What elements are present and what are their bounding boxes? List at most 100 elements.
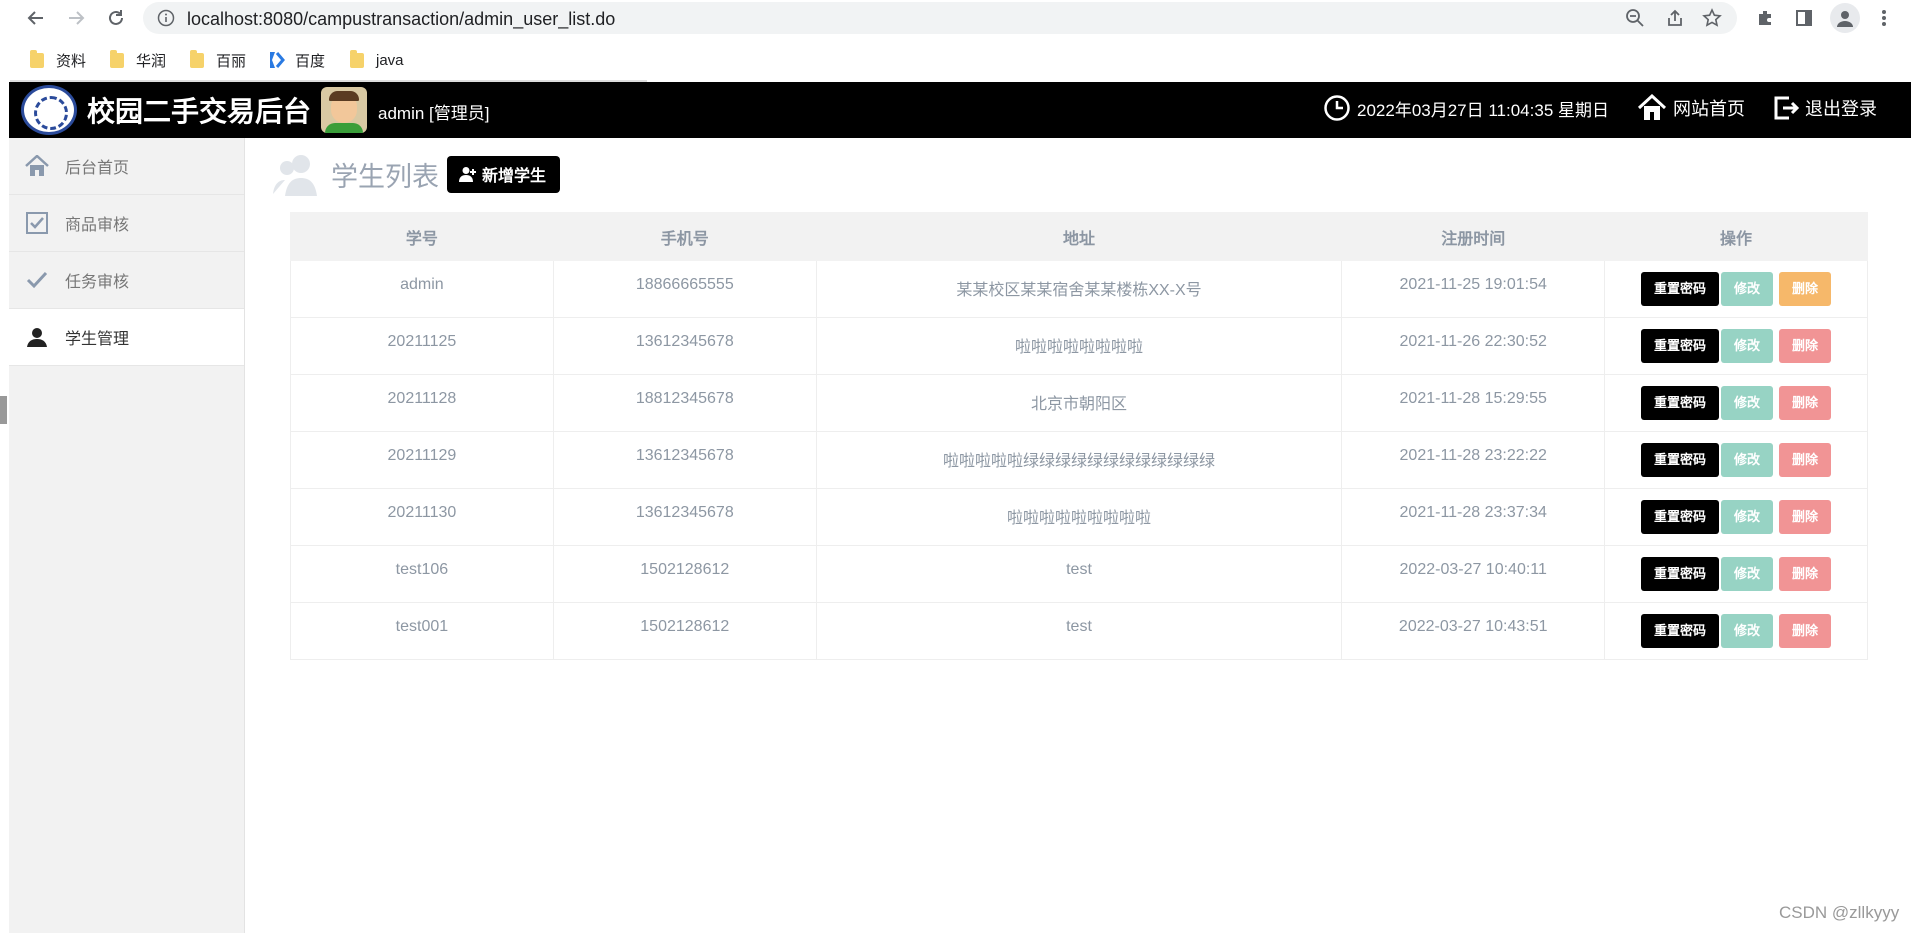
cell-address: 北京市朝阳区 [815,374,1343,432]
cell-actions: 重置密码 修改 删除 [1604,488,1868,546]
sidepanel-icon[interactable] [1792,6,1816,30]
delete-button[interactable]: 删除 [1779,386,1832,420]
delete-button[interactable]: 删除 [1779,557,1832,591]
star-icon[interactable] [1702,8,1722,28]
delete-button[interactable]: 删除 [1779,272,1832,306]
address-bar[interactable]: localhost:8080/campustransaction/admin_u… [143,2,1737,34]
logout-icon [1773,94,1799,122]
cell-register-time: 2021-11-28 23:22:22 [1341,431,1606,489]
cell-phone: 1502128612 [552,545,817,603]
reset-password-button[interactable]: 重置密码 [1641,386,1720,420]
delete-button[interactable]: 删除 [1779,329,1832,363]
sidebar: 后台首页 商品审核 任务审核 学生管理 [9,138,245,933]
bookmark-item[interactable]: java [350,49,404,71]
table-row: test106 1502128612 test 2022-03-27 10:40:11… [290,545,1868,603]
cell-actions: 重置密码 修改 删除 [1604,602,1868,660]
cell-phone: 13612345678 [552,317,817,375]
extensions-icon[interactable] [1753,6,1777,30]
student-table: 学号 手机号 地址 注册时间 操作 admin 18866665555 某某校区某某… [290,212,1868,660]
sidebar-item-student-management[interactable]: 学生管理 [9,309,244,366]
bookmark-item[interactable]: 资料 [30,49,86,71]
sidebar-item-goods-review[interactable]: 商品审核 [9,195,244,252]
info-icon[interactable] [157,9,175,32]
reset-password-button[interactable]: 重置密码 [1641,272,1720,306]
cell-address: test [815,602,1343,660]
bookmarks-bar: 资料 华润 百丽 百度 java [0,37,1920,82]
cell-register-time: 2022-03-27 10:43:51 [1341,602,1606,660]
user-icon [25,325,49,349]
reset-password-button[interactable]: 重置密码 [1641,614,1720,648]
forward-arrow-icon[interactable] [64,6,88,30]
bookmark-item[interactable]: 百丽 [190,49,246,71]
column-header-time: 注册时间 [1341,212,1606,261]
cell-student-id: 20211125 [290,317,554,375]
cell-phone: 1502128612 [552,602,817,660]
cell-address: 啦啦啦啦啦啦啦啦啦 [815,488,1343,546]
cell-register-time: 2021-11-28 15:29:55 [1341,374,1606,432]
menu-dots-icon[interactable] [1872,6,1896,30]
edit-button[interactable]: 修改 [1721,443,1774,477]
edit-button[interactable]: 修改 [1721,500,1774,534]
zoom-icon[interactable] [1625,8,1645,28]
reset-password-button[interactable]: 重置密码 [1641,557,1720,591]
cell-actions: 重置密码 修改 删除 [1604,260,1868,318]
clock-icon [1323,94,1351,122]
logout-link[interactable]: 退出登录 [1773,94,1877,122]
cell-register-time: 2021-11-28 23:37:34 [1341,488,1606,546]
cell-actions: 重置密码 修改 删除 [1604,374,1868,432]
table-row: 20211128 18812345678 北京市朝阳区 2021-11-28 15:2… [290,374,1868,432]
cell-address: 啦啦啦啦啦绿绿绿绿绿绿绿绿绿绿绿绿 [815,431,1343,489]
add-student-button[interactable]: 新增学生 [447,155,561,193]
column-header-address: 地址 [815,212,1343,261]
school-logo [21,85,77,135]
cell-actions: 重置密码 修改 删除 [1604,431,1868,489]
cell-phone: 13612345678 [552,431,817,489]
edit-button[interactable]: 修改 [1721,329,1774,363]
sidebar-item-task-review[interactable]: 任务审核 [9,252,244,309]
window-edge [0,396,7,424]
share-icon[interactable] [1665,8,1685,28]
edit-button[interactable]: 修改 [1721,386,1774,420]
back-arrow-icon[interactable] [24,6,48,30]
current-user: admin [管理员] [378,104,490,123]
bookmark-item[interactable]: 华润 [110,49,166,71]
reload-icon[interactable] [104,6,128,30]
cell-register-time: 2021-11-26 22:30:52 [1341,317,1606,375]
checkbox-icon [25,211,49,235]
edit-button[interactable]: 修改 [1721,272,1774,306]
home-icon [25,154,49,178]
column-header-id: 学号 [290,212,554,261]
cell-register-time: 2021-11-25 19:01:54 [1341,260,1606,318]
column-header-actions: 操作 [1604,212,1868,261]
url-text[interactable]: localhost:8080/campustransaction/admin_u… [187,9,615,30]
edit-button[interactable]: 修改 [1721,614,1774,648]
baidu-icon [268,51,285,69]
profile-icon[interactable] [1830,3,1860,33]
reset-password-button[interactable]: 重置密码 [1641,500,1720,534]
avatar [321,87,367,133]
cell-student-id: admin [290,260,554,318]
datetime-display: 2022年03月27日 11:04:35 星期日 [1323,94,1609,122]
table-row: test001 1502128612 test 2022-03-27 10:43:51… [290,602,1868,660]
cell-actions: 重置密码 修改 删除 [1604,545,1868,603]
edit-button[interactable]: 修改 [1721,557,1774,591]
cell-student-id: 20211129 [290,431,554,489]
reset-password-button[interactable]: 重置密码 [1641,443,1720,477]
delete-button[interactable]: 删除 [1779,443,1832,477]
reset-password-button[interactable]: 重置密码 [1641,329,1720,363]
cell-student-id: test106 [290,545,554,603]
cell-address: 啦啦啦啦啦啦啦啦 [815,317,1343,375]
folder-icon [190,49,204,68]
cell-student-id: test001 [290,602,554,660]
cell-register-time: 2022-03-27 10:40:11 [1341,545,1606,603]
delete-button[interactable]: 删除 [1779,500,1832,534]
bookmark-item[interactable]: 百度 [268,49,325,71]
browser-toolbar: localhost:8080/campustransaction/admin_u… [0,0,1920,37]
sidebar-item-home[interactable]: 后台首页 [9,138,244,195]
app-title: 校园二手交易后台 [87,95,312,128]
delete-button[interactable]: 删除 [1779,614,1832,648]
page-header: 学生列表 新增学生 [273,150,561,198]
cell-student-id: 20211128 [290,374,554,432]
site-home-link[interactable]: 网站首页 [1637,94,1745,122]
users-icon [273,150,321,198]
